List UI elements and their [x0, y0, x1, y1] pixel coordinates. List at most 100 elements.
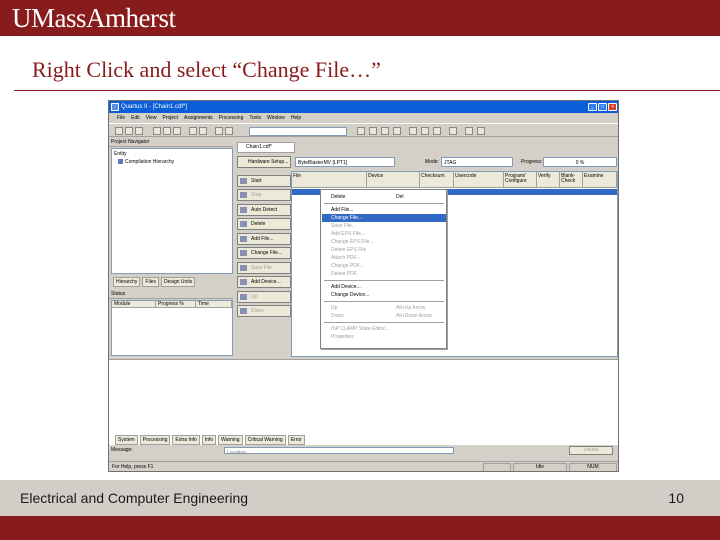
grid-column-blank-check[interactable]: Blank-Check	[560, 172, 583, 188]
redo-icon[interactable]	[199, 127, 207, 135]
menu-item-assignments[interactable]: Assignments	[184, 115, 213, 121]
message-tab-warning[interactable]: Warning	[218, 435, 243, 445]
maximize-icon[interactable]: □	[598, 103, 607, 111]
analyze-icon[interactable]	[369, 127, 377, 135]
grid-column-checksum[interactable]: Checksum	[420, 172, 454, 188]
open-icon[interactable]	[125, 127, 133, 135]
menu-item-label: Delete	[331, 194, 346, 200]
menu-item-up[interactable]: Up Alt+Up Arrow	[322, 304, 446, 312]
message-tab-system[interactable]: System	[115, 435, 138, 445]
timing-icon[interactable]	[381, 127, 389, 135]
status-num: NUM	[569, 463, 617, 471]
message-tab-extra-info[interactable]: Extra Info	[172, 435, 200, 445]
change-file-button[interactable]: Change File...	[237, 247, 291, 259]
grid-column-usercode[interactable]: Usercode	[454, 172, 504, 188]
menu-item-edit[interactable]: Edit	[131, 115, 140, 121]
grid-column-file[interactable]: File	[292, 172, 367, 188]
menu-item-help[interactable]: Help	[291, 115, 301, 121]
menu-item-change-eps-file[interactable]: Change EPS File...	[322, 238, 446, 246]
message-tab-processing[interactable]: Processing	[139, 435, 171, 445]
menu-item-label: Change Device...	[331, 292, 370, 298]
report-icon[interactable]	[433, 127, 441, 135]
close-icon[interactable]: ×	[608, 103, 617, 111]
save-icon[interactable]	[135, 127, 143, 135]
grid-column-device[interactable]: Device	[367, 172, 420, 188]
compilation-hierarchy-label: Compilation Hierarchy	[125, 159, 175, 165]
status-panel: Module Progress % Time	[111, 300, 233, 356]
chain-tab[interactable]: Chain1.cdf*	[237, 142, 295, 153]
menu-item-label: Up	[331, 305, 338, 311]
menu-item-project[interactable]: Project	[162, 115, 178, 121]
down-button[interactable]: Down	[237, 305, 291, 317]
status-column-header: Progress %	[156, 301, 196, 307]
menu-item-change-device[interactable]: Change Device...	[322, 291, 446, 299]
menu-item-shortcut: Del	[396, 194, 404, 200]
menu-item-view[interactable]: View	[146, 115, 157, 121]
tab-hierarchy[interactable]: Hierarchy	[113, 277, 141, 287]
programmer-icon[interactable]	[449, 127, 457, 135]
entity-combo[interactable]	[249, 127, 347, 136]
cut-icon[interactable]	[153, 127, 161, 135]
tab-files[interactable]: Files	[142, 277, 159, 287]
minimize-icon[interactable]: _	[588, 103, 597, 111]
progress-value: 0 %	[543, 157, 617, 167]
start-icon[interactable]	[409, 127, 417, 135]
menu-item-change-file[interactable]: Change File...	[322, 214, 446, 222]
locate-button[interactable]: Locate	[569, 446, 613, 455]
menu-item-delete-pdf[interactable]: Delete PDF	[322, 270, 446, 278]
menu-item-window[interactable]: Window	[267, 115, 285, 121]
mode-select[interactable]: JTAG	[441, 157, 513, 167]
stop-label: Stop	[251, 192, 262, 198]
location-input[interactable]: Location:	[224, 447, 454, 456]
undo-icon[interactable]	[189, 127, 197, 135]
menu-item-change-pdf[interactable]: Change PDF...	[322, 262, 446, 270]
compilation-hierarchy-item[interactable]: Compilation Hierarchy	[118, 159, 174, 165]
add-file-button[interactable]: Add File...	[237, 233, 291, 245]
rtl-viewer-icon[interactable]	[465, 127, 473, 135]
menu-item-isp-clamp-state-editor[interactable]: ISP CLAMP State Editor...	[322, 325, 446, 333]
menu-item-add-eps-file[interactable]: Add EPS File...	[322, 230, 446, 238]
menu-item-properties[interactable]: Properties	[322, 333, 446, 341]
window-titlebar: Quartus II - [Chain1.cdf*] _ □ ×	[109, 101, 618, 113]
message-tab-info[interactable]: Info	[201, 435, 217, 445]
menu-item-delete[interactable]: Delete Del	[322, 193, 446, 201]
menu-item-tools[interactable]: Tools	[249, 115, 261, 121]
menu-item-down[interactable]: Down Alt+Down Arrow	[322, 312, 446, 320]
menu-item-attach-pdf[interactable]: Attach PDF...	[322, 254, 446, 262]
menu-item-add-file[interactable]: Add File...	[322, 206, 446, 214]
message-tab-error[interactable]: Error	[287, 435, 305, 445]
start-button[interactable]: Start	[237, 175, 291, 187]
up-button[interactable]: Up	[237, 291, 291, 303]
menu-item-processing[interactable]: Processing	[219, 115, 244, 121]
title-divider	[14, 90, 720, 91]
tab-design-units[interactable]: Design Units	[160, 277, 196, 287]
stop-button[interactable]: Stop	[237, 189, 291, 201]
menu-item-delete-eps-file[interactable]: Delete EPS File	[322, 246, 446, 254]
add-file-label: Add File...	[251, 236, 274, 242]
settings-icon[interactable]	[215, 127, 223, 135]
up-label: Up	[251, 294, 258, 300]
menu-item-label: Change File...	[331, 215, 363, 221]
help-icon[interactable]	[225, 127, 233, 135]
menu-item-label: Change PDF...	[331, 263, 364, 269]
paste-icon[interactable]	[173, 127, 181, 135]
grid-column-program-configure[interactable]: Program/ Configure	[504, 172, 537, 188]
hardware-setup-button[interactable]: Hardware Setup...	[237, 156, 291, 168]
simulate-icon[interactable]	[421, 127, 429, 135]
menu-item-add-device[interactable]: Add Device...	[322, 283, 446, 291]
context-help-icon[interactable]	[477, 127, 485, 135]
message-tab-critical-warning[interactable]: Critical Warning	[244, 435, 286, 445]
grid-column-examine[interactable]: Examine	[583, 172, 617, 188]
menu-item-file[interactable]: File	[117, 115, 125, 121]
copy-icon[interactable]	[163, 127, 171, 135]
grid-column-verify[interactable]: Verify	[537, 172, 560, 188]
stop-icon[interactable]	[393, 127, 401, 135]
save-file-button[interactable]: Save File	[237, 262, 291, 274]
menu-item-save-file[interactable]: Save File...	[322, 222, 446, 230]
new-file-icon[interactable]	[115, 127, 123, 135]
delete-button[interactable]: Delete	[237, 218, 291, 230]
compile-icon[interactable]	[357, 127, 365, 135]
auto-detect-button[interactable]: Auto Detect	[237, 204, 291, 216]
add-device-button[interactable]: Add Device...	[237, 276, 291, 288]
menu-item-label: Add EPS File...	[331, 231, 365, 237]
